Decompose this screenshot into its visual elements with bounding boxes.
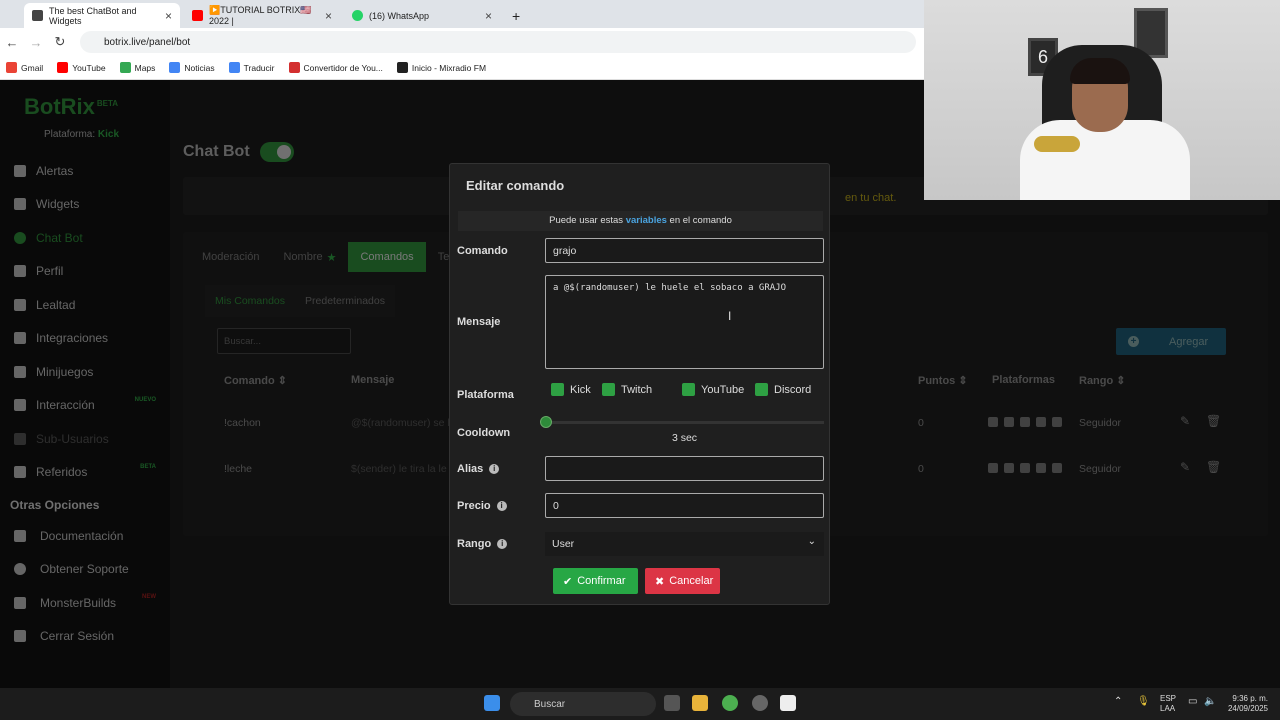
new-tab-button[interactable]: + <box>504 3 528 28</box>
cancel-button[interactable]: ✖ Cancelar <box>645 568 720 594</box>
price-label: Precio i <box>457 500 507 512</box>
platform-checkbox-twitch[interactable]: Twitch <box>602 383 682 396</box>
bookmark-item[interactable]: Maps <box>119 62 155 73</box>
address-bar-row: ← → ↻ botrix.live/panel/bot <box>0 28 924 56</box>
close-tab-icon[interactable]: × <box>485 9 492 23</box>
command-input[interactable]: grajo <box>545 238 824 263</box>
variables-hint: Puede usar estas variables en el comando <box>458 211 823 231</box>
news-icon <box>169 62 181 73</box>
bookmark-item[interactable]: Noticias <box>169 62 215 73</box>
cooldown-slider[interactable] <box>540 416 824 428</box>
bookmark-item[interactable]: Convertidor de You... <box>288 62 383 73</box>
bookmark-item[interactable]: Gmail <box>6 62 43 73</box>
volume-icon[interactable]: 🔈 <box>1204 697 1216 707</box>
bookmark-item[interactable]: YouTube <box>57 62 106 73</box>
back-icon[interactable]: ← <box>0 35 24 50</box>
capcut-icon[interactable] <box>780 695 796 711</box>
checkbox-icon <box>755 383 768 396</box>
webcam-overlay: 6 <box>924 0 1280 200</box>
cooldown-value: 3 sec <box>671 432 698 444</box>
rank-label: Rango i <box>457 538 508 550</box>
windows-start-icon[interactable] <box>484 695 500 711</box>
slider-handle[interactable] <box>540 416 552 428</box>
youtube-icon <box>57 62 69 73</box>
maps-icon <box>119 62 131 73</box>
alias-input[interactable] <box>545 456 824 481</box>
microphone-icon[interactable]: 🎙 <box>1137 697 1150 707</box>
botrix-favicon-icon <box>32 10 43 21</box>
converter-icon <box>288 62 300 73</box>
task-view-icon[interactable] <box>664 695 680 711</box>
checkbox-icon <box>602 383 615 396</box>
platform-checkbox-kick[interactable]: Kick <box>551 383 602 396</box>
edit-command-modal: Editar comando Puede usar estas variable… <box>449 163 830 605</box>
alias-label: Alias i <box>457 463 500 475</box>
checkbox-icon <box>682 383 695 396</box>
translate-icon <box>228 62 240 73</box>
text-cursor-icon: I <box>728 309 732 323</box>
reload-icon[interactable]: ↻ <box>48 34 72 50</box>
close-icon: ✖ <box>655 575 665 588</box>
platform-checkbox-discord[interactable]: Discord <box>755 383 811 396</box>
browser-tabbar: The best ChatBot and Widgets × ▶️TUTORIA… <box>0 0 924 28</box>
input-language[interactable]: ESP LAA <box>1160 694 1176 714</box>
person-hair-image <box>1070 58 1130 84</box>
close-tab-icon[interactable]: × <box>165 9 172 23</box>
bookmark-item[interactable]: Inicio - Mixradio FM <box>396 62 486 73</box>
check-icon: ✔ <box>563 575 573 588</box>
taskbar-search[interactable]: Buscar <box>510 692 656 716</box>
youtube-favicon-icon <box>192 10 203 21</box>
variables-link[interactable]: variables <box>626 215 667 226</box>
person-shirt-image <box>1020 120 1190 200</box>
command-label: Comando <box>457 245 508 257</box>
microphone-image <box>1034 136 1080 152</box>
message-label: Mensaje <box>457 316 501 328</box>
platform-label: Plataforma <box>457 389 514 401</box>
windows-taskbar: Buscar ⌃ 🎙 ESP LAA ▭ 🔈 9:36 p. m. 24/09/20… <box>0 688 1280 720</box>
radio-icon <box>396 62 408 73</box>
browser-tab-botrix[interactable]: The best ChatBot and Widgets × <box>24 3 180 28</box>
obs-icon[interactable] <box>752 695 768 711</box>
bookmark-item[interactable]: Traducir <box>228 62 275 73</box>
chrome-icon[interactable] <box>722 695 738 711</box>
price-input[interactable]: 0 <box>545 493 824 518</box>
info-icon[interactable]: i <box>496 501 507 511</box>
info-icon[interactable]: i <box>497 539 508 549</box>
platform-checkboxes: Kick Twitch YouTube Discord <box>551 383 811 396</box>
bookmarks-bar: Gmail YouTube Maps Noticias Traducir Con… <box>0 56 924 80</box>
network-icon[interactable]: ▭ <box>1188 697 1197 707</box>
checkbox-icon <box>551 383 564 396</box>
chevron-up-icon[interactable]: ⌃ <box>1114 697 1122 707</box>
url-field[interactable]: botrix.live/panel/bot <box>80 31 916 53</box>
file-explorer-icon[interactable] <box>692 695 708 711</box>
message-textarea[interactable]: a @$(randomuser) le huele el sobaco a GR… <box>545 275 824 369</box>
forward-icon[interactable]: → <box>24 35 48 50</box>
rank-select[interactable]: User ⌄ <box>545 532 824 556</box>
whatsapp-favicon-icon <box>352 10 363 21</box>
modal-title: Editar comando <box>466 178 565 193</box>
info-icon[interactable]: i <box>489 464 500 474</box>
browser-tab-whatsapp[interactable]: (16) WhatsApp × <box>344 3 500 28</box>
cooldown-label: Cooldown <box>457 427 511 439</box>
chevron-down-icon: ⌄ <box>807 536 816 547</box>
close-tab-icon[interactable]: × <box>325 9 332 23</box>
confirm-button[interactable]: ✔ Confirmar <box>553 568 638 594</box>
browser-tab-youtube[interactable]: ▶️TUTORIAL BOTRIX🇺🇸 2022 | × <box>184 3 340 28</box>
clock[interactable]: 9:36 p. m. 24/09/2025 <box>1222 694 1268 714</box>
platform-checkbox-youtube[interactable]: YouTube <box>682 383 755 396</box>
gmail-icon <box>6 62 17 73</box>
